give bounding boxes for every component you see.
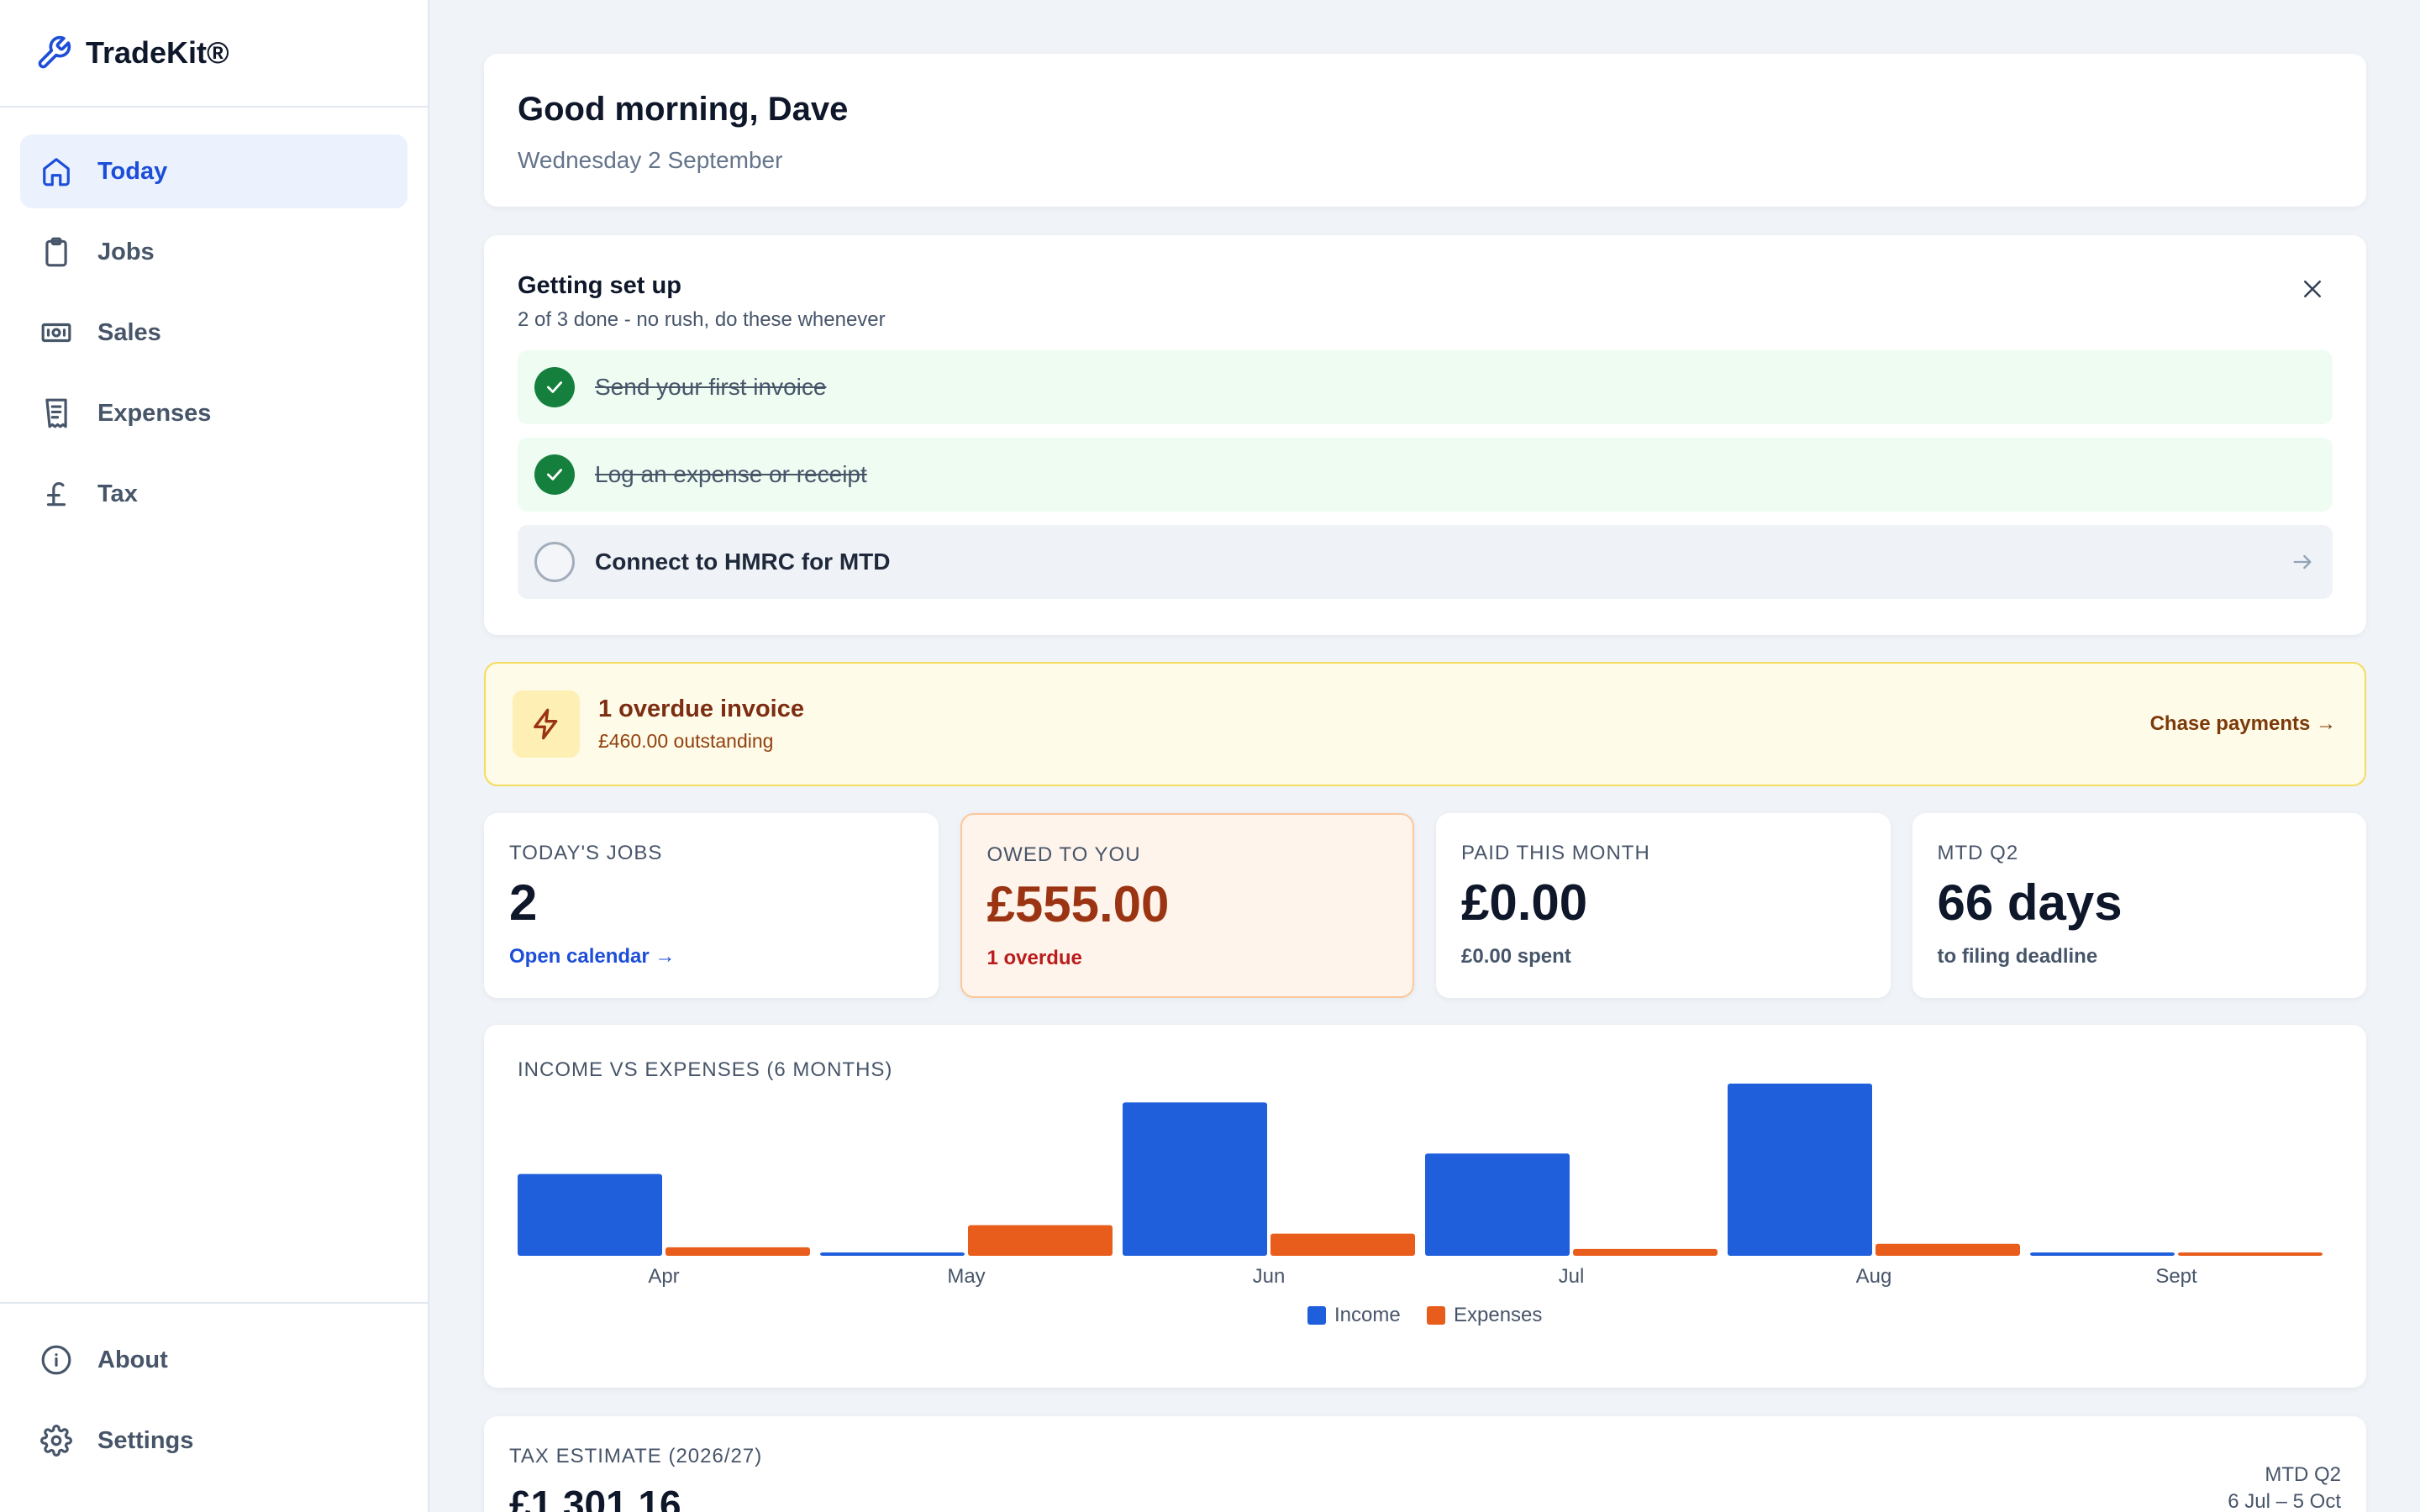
tax-period-title: MTD Q2 — [2265, 1463, 2341, 1486]
main-content: Good morning, Dave Wednesday 2 September… — [484, 54, 2366, 1512]
x-tick-label: Aug — [1856, 1265, 1892, 1288]
stat-card-mtd-q2[interactable]: MTD Q2 66 days to filing deadline — [1912, 813, 2366, 998]
nav-item-settings[interactable]: Settings — [20, 1404, 408, 1477]
info-icon — [41, 1345, 71, 1375]
setup-title: Getting set up — [518, 272, 681, 299]
nav-item-today[interactable]: Today — [20, 134, 408, 208]
stat-card-todays-jobs[interactable]: TODAY'S JOBS 2 Open calendar → — [484, 813, 939, 998]
arrow-right-icon — [2293, 554, 2312, 570]
x-tick-label: Apr — [648, 1265, 679, 1288]
stat-label: OWED TO YOU — [986, 843, 1141, 866]
bar-income-sept[interactable] — [2030, 1252, 2175, 1256]
bar-expenses-may[interactable] — [968, 1225, 1113, 1256]
setup-task-label: Connect to HMRC for MTD — [595, 549, 891, 575]
bar-expenses-jul[interactable] — [1573, 1248, 1718, 1256]
x-tick-label: Jun — [1253, 1265, 1286, 1288]
setup-task: Log an expense or receipt — [518, 438, 2333, 512]
bar-expenses-sept[interactable] — [2178, 1252, 2323, 1256]
stats-row: TODAY'S JOBS 2 Open calendar → OWED TO Y… — [484, 813, 2366, 998]
stat-value: £555.00 — [986, 876, 1170, 932]
chart-title: INCOME VS EXPENSES (6 MONTHS) — [518, 1058, 893, 1081]
nav-item-label: About — [97, 1346, 168, 1373]
main-nav: Today Jobs Sales Expenses Tax — [0, 108, 428, 531]
stat-value: 2 — [509, 874, 538, 931]
check-icon — [534, 454, 575, 495]
stat-foot: £0.00 spent — [1461, 945, 1571, 968]
empty-circle-icon — [534, 542, 575, 582]
gear-icon — [40, 1425, 72, 1457]
nav-item-about[interactable]: About — [20, 1324, 408, 1396]
stat-label: MTD Q2 — [1937, 842, 2019, 864]
greeting-title: Good morning, Dave — [518, 91, 849, 128]
bar-income-jun[interactable] — [1123, 1102, 1267, 1256]
stat-card-owed-to-you[interactable]: OWED TO YOU £555.00 1 overdue — [960, 813, 1414, 998]
legend-swatch-expenses — [1427, 1306, 1445, 1325]
brand[interactable]: TradeKit® — [0, 0, 428, 108]
tax-period-range: 6 Jul – 5 Oct — [2228, 1490, 2341, 1512]
setup-task: Send your first invoice — [518, 350, 2333, 424]
stat-foot: to filing deadline — [1937, 945, 2098, 968]
stat-value: £0.00 — [1461, 874, 1588, 931]
close-icon — [2304, 281, 2321, 297]
setup-card: Getting set up 2 of 3 done - no rush, do… — [484, 235, 2366, 635]
banknote-icon — [41, 323, 71, 343]
lightning-icon — [513, 690, 580, 758]
close-button[interactable] — [2292, 269, 2333, 309]
setup-task-hmrc[interactable]: Connect to HMRC for MTD — [518, 525, 2333, 599]
setup-task-list: Send your first invoice Log an expense o… — [518, 350, 2333, 599]
setup-task-label: Log an expense or receipt — [595, 461, 867, 487]
x-tick-label: May — [947, 1265, 985, 1288]
nav-item-label: Jobs — [97, 238, 155, 265]
x-tick-label: Sept — [2155, 1265, 2197, 1288]
setup-subtitle: 2 of 3 done - no rush, do these whenever — [518, 308, 886, 331]
bar-expenses-jun[interactable] — [1270, 1233, 1415, 1256]
bar-income-apr[interactable] — [518, 1173, 662, 1256]
receipt-icon — [45, 398, 67, 428]
bar-expenses-aug[interactable] — [1876, 1243, 2020, 1256]
home-icon — [43, 158, 70, 186]
bar-income-jul[interactable] — [1425, 1153, 1570, 1256]
stat-card-paid-this-month[interactable]: PAID THIS MONTH £0.00 £0.00 spent — [1436, 813, 1891, 998]
nav-item-label: Settings — [97, 1426, 194, 1454]
alert-title: 1 overdue invoice — [598, 696, 804, 722]
nav-item-tax[interactable]: Tax — [20, 457, 408, 531]
nav-item-label: Tax — [97, 480, 138, 507]
stat-foot: 1 overdue — [986, 947, 1082, 969]
secondary-nav: About Settings — [0, 1302, 428, 1485]
overdue-alert: 1 overdue invoice £460.00 outstanding Ch… — [484, 662, 2366, 786]
stat-label: TODAY'S JOBS — [509, 842, 663, 864]
nav-item-expenses[interactable]: Expenses — [20, 376, 408, 450]
nav-item-label: Sales — [97, 318, 161, 346]
greeting-date: Wednesday 2 September — [518, 147, 783, 173]
nav-item-label: Today — [97, 157, 168, 185]
greeting-card: Good morning, Dave Wednesday 2 September — [484, 54, 2366, 207]
chase-payments-link[interactable]: Chase payments → — [2150, 712, 2336, 736]
tax-estimate-card[interactable]: TAX ESTIMATE (2026/27) £1,301.16 MTD Q2 … — [484, 1416, 2366, 1512]
income-expenses-chart: Apr May Jun Jul Aug Sept Income Expenses — [518, 1084, 2323, 1326]
legend-swatch-income — [1307, 1306, 1326, 1325]
alert-subtitle: £460.00 outstanding — [598, 730, 774, 752]
check-icon — [534, 367, 575, 407]
pound-icon — [46, 481, 66, 507]
wrench-icon — [38, 35, 71, 69]
bar-income-may[interactable] — [820, 1252, 965, 1256]
clipboard-icon — [45, 237, 67, 267]
bar-expenses-apr[interactable] — [666, 1247, 810, 1256]
legend-label-income: Income — [1334, 1304, 1401, 1326]
stat-label: PAID THIS MONTH — [1461, 842, 1650, 864]
open-calendar-link[interactable]: Open calendar → — [509, 945, 913, 969]
x-tick-label: Jul — [1559, 1265, 1585, 1288]
setup-task-label: Send your first invoice — [595, 374, 827, 400]
nav-item-label: Expenses — [97, 399, 212, 427]
bar-income-aug[interactable] — [1728, 1084, 1872, 1256]
sidebar: TradeKit® Today Jobs Sales Expenses Tax — [0, 0, 429, 1512]
legend-label-expenses: Expenses — [1454, 1304, 1542, 1326]
stat-value: 66 days — [1937, 874, 2123, 931]
income-expenses-chart-card: INCOME VS EXPENSES (6 MONTHS) Apr May Jun J… — [484, 1025, 2366, 1388]
nav-item-jobs[interactable]: Jobs — [20, 215, 408, 289]
brand-name: TradeKit® — [86, 35, 229, 70]
tax-value: £1,301.16 — [509, 1483, 681, 1512]
tax-label: TAX ESTIMATE (2026/27) — [509, 1445, 763, 1467]
nav-item-sales[interactable]: Sales — [20, 296, 408, 370]
